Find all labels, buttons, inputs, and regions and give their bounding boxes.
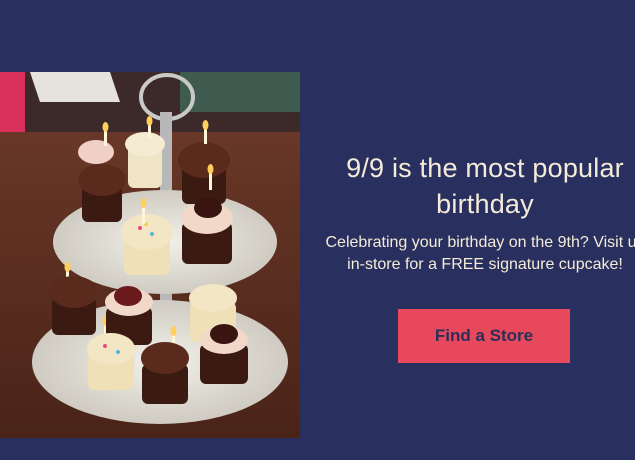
- promo-headline: 9/9 is the most popular birthday: [346, 153, 624, 219]
- cupcake-stand-photo: [0, 72, 300, 438]
- find-a-store-button[interactable]: Find a Store: [398, 309, 570, 363]
- promo-body: Celebrating your birthday on the 9th? Vi…: [325, 234, 635, 273]
- promo-block: 9/9 is the most popular birthday Celebra…: [318, 150, 635, 276]
